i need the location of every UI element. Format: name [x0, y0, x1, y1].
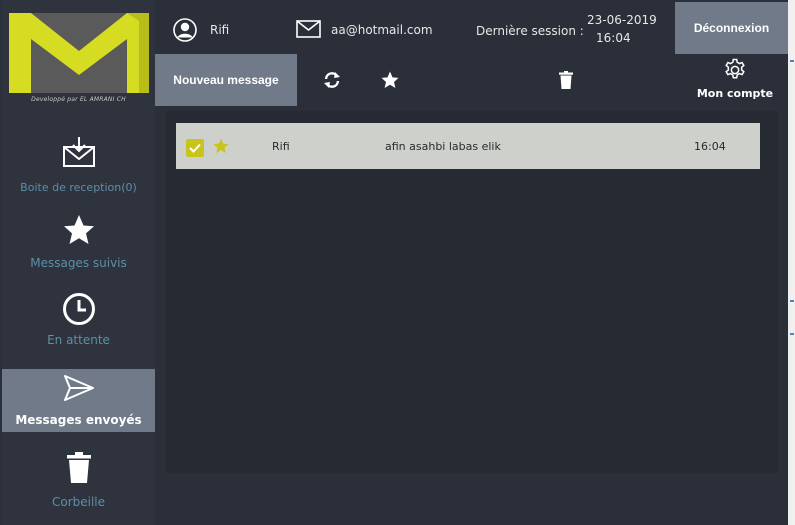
- user-icon: [173, 18, 197, 46]
- list-item[interactable]: Rifi afin asahbi labas elik 16:04: [176, 123, 760, 169]
- user-email: aa@hotmail.com: [331, 23, 433, 37]
- message-time: 16:04: [694, 140, 726, 153]
- sidebar-item-inbox[interactable]: Boite de reception(0): [2, 136, 155, 194]
- star-icon: [2, 214, 155, 250]
- new-message-button[interactable]: Nouveau message: [155, 54, 297, 106]
- sidebar-item-trash[interactable]: Corbeille: [2, 452, 155, 509]
- logo-credit: Developpé par EL AMRANI CH: [31, 96, 126, 103]
- sidebar-item-label: Corbeille: [51, 495, 106, 509]
- account-label: Mon compte: [696, 87, 774, 100]
- sidebar-item-followed[interactable]: Messages suivis: [2, 214, 155, 270]
- window-edge: [788, 0, 795, 525]
- logout-button[interactable]: Déconnexion: [675, 2, 788, 54]
- sidebar-item-sent[interactable]: Messages envoyés: [2, 369, 155, 432]
- gear-icon: [723, 58, 747, 86]
- sidebar-item-label: Messages envoyés: [15, 413, 142, 427]
- trash-icon: [2, 452, 155, 488]
- last-session-date: 23-06-2019: [587, 13, 657, 27]
- sidebar-item-label: Messages suivis: [30, 256, 127, 270]
- inbox-icon: [2, 136, 155, 172]
- star-icon[interactable]: [378, 68, 402, 92]
- refresh-icon[interactable]: [320, 68, 344, 92]
- mail-icon: [296, 20, 321, 42]
- last-session-label: Dernière session :: [476, 24, 584, 38]
- header: Rifi aa@hotmail.com Dernière session : 2…: [155, 0, 788, 54]
- sidebar-item-label: Boite de reception(0): [20, 181, 137, 194]
- send-icon: [2, 374, 155, 406]
- message-sender: Rifi: [272, 140, 290, 153]
- sidebar: Developpé par EL AMRANI CH Boite de rece…: [2, 0, 155, 525]
- account-button[interactable]: Mon compte: [685, 58, 785, 104]
- select-checkbox[interactable]: [186, 139, 204, 157]
- clock-icon: [2, 292, 155, 330]
- last-session-time: 16:04: [596, 31, 631, 45]
- star-icon[interactable]: [213, 138, 229, 158]
- user-name: Rifi: [210, 23, 230, 37]
- trash-icon[interactable]: [554, 68, 578, 92]
- sidebar-item-pending[interactable]: En attente: [2, 292, 155, 348]
- message-subject: afin asahbi labas elik: [385, 140, 501, 153]
- app-window: Developpé par EL AMRANI CH Boite de rece…: [0, 0, 795, 525]
- toolbar: Nouveau message Mon compte: [155, 54, 788, 106]
- sidebar-item-label: En attente: [47, 333, 110, 347]
- app-logo: [9, 13, 149, 93]
